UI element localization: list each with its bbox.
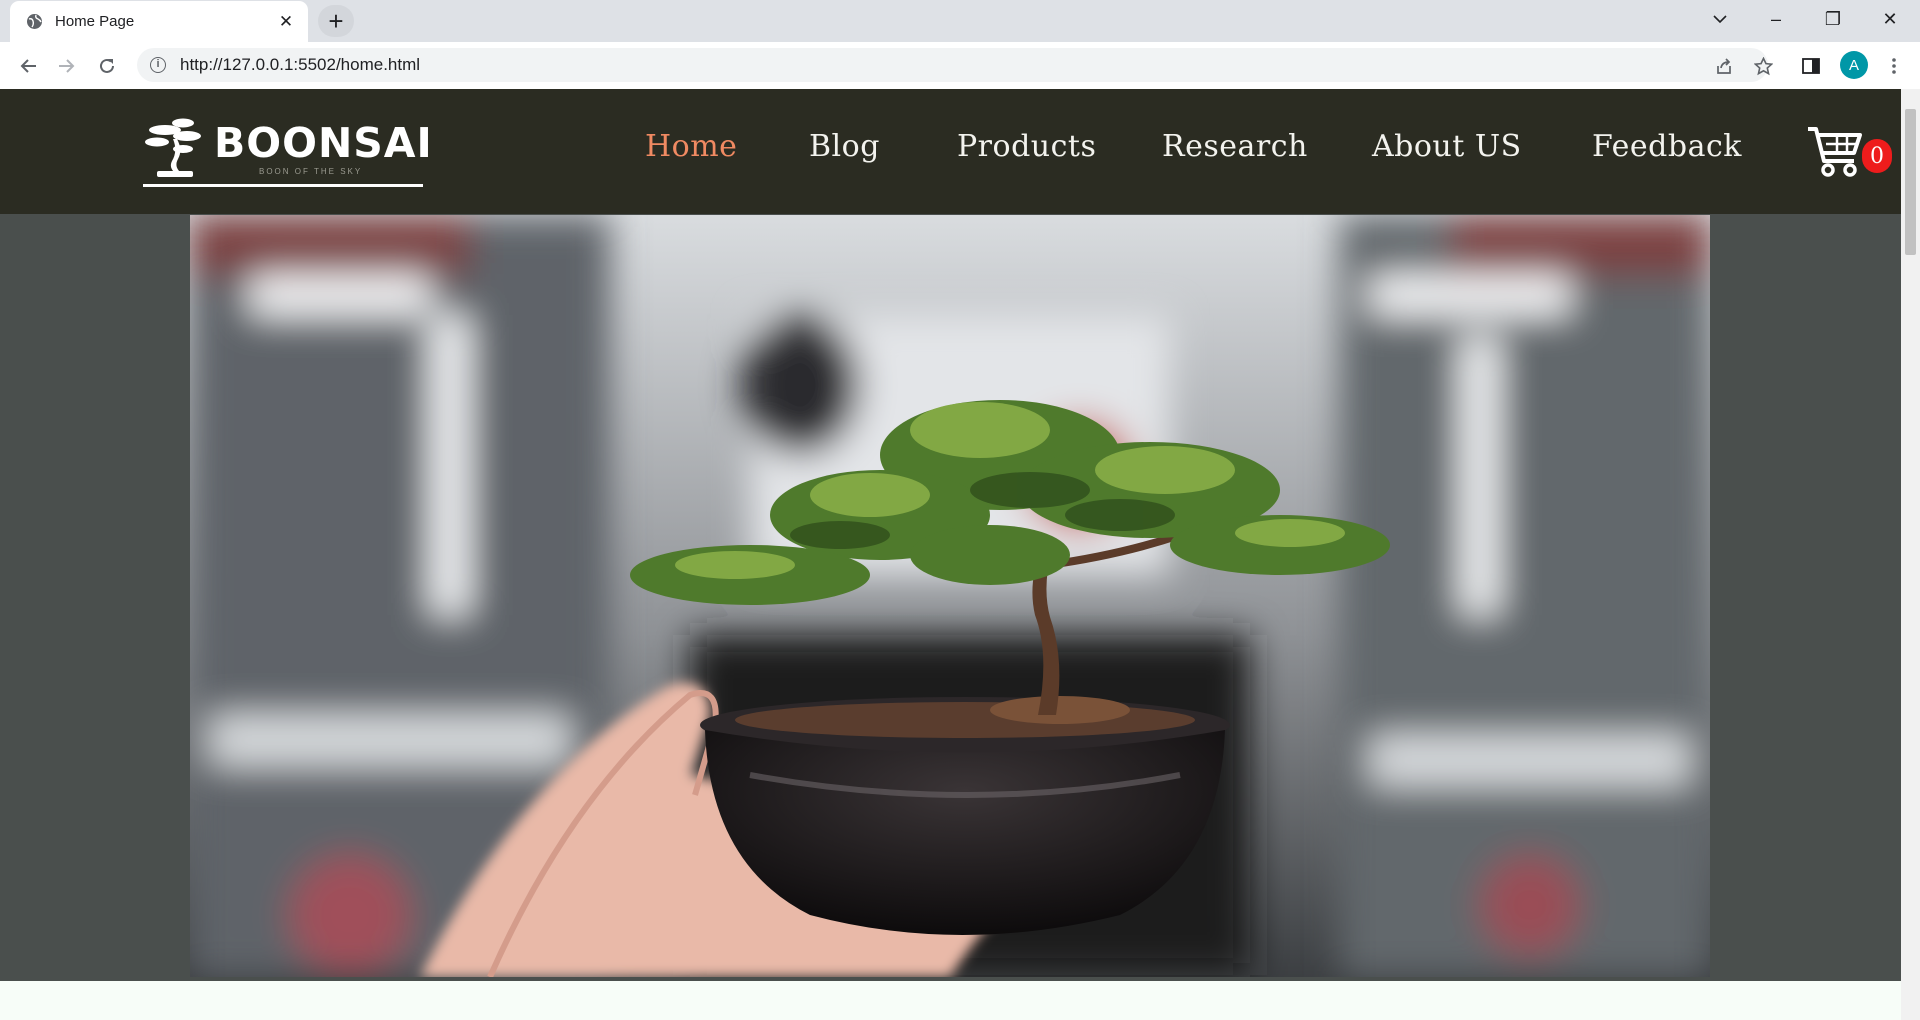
shopping-cart-icon[interactable] <box>1806 121 1866 181</box>
scrollbar-thumb[interactable] <box>1905 109 1916 255</box>
nav-products[interactable]: Products <box>957 129 1096 164</box>
info-icon[interactable]: i <box>150 57 166 73</box>
browser-tab-bar: Home Page ✕ + – ❐ ✕ <box>0 0 1920 42</box>
nav-about-us[interactable]: About US <box>1372 129 1522 164</box>
nav-blog[interactable]: Blog <box>809 129 880 164</box>
page-scrollbar[interactable] <box>1901 89 1920 1020</box>
nav-home[interactable]: Home <box>645 129 737 164</box>
tab-title: Home Page <box>55 13 135 30</box>
browser-tab[interactable]: Home Page ✕ <box>10 1 308 42</box>
minimize-button[interactable]: – <box>1750 0 1802 38</box>
forward-arrow-icon[interactable] <box>51 50 83 82</box>
tab-close-icon[interactable]: ✕ <box>276 12 296 32</box>
maximize-button[interactable]: ❐ <box>1807 0 1859 38</box>
nav-research[interactable]: Research <box>1162 129 1308 164</box>
page-lower-section <box>0 981 1901 1020</box>
browser-toolbar: i http://127.0.0.1:5502/home.html A <box>0 42 1920 90</box>
cart-count-badge: 0 <box>1862 139 1892 173</box>
site-navbar: BOONSAI BOON OF THE SKY Home Blog Produc… <box>0 89 1901 214</box>
hero-image <box>190 215 1710 977</box>
share-icon[interactable] <box>1708 50 1740 82</box>
page-viewport: BOONSAI BOON OF THE SKY Home Blog Produc… <box>0 89 1901 1020</box>
site-logo[interactable]: BOONSAI BOON OF THE SKY <box>143 117 432 187</box>
star-icon[interactable] <box>1747 50 1779 82</box>
logo-underline <box>143 184 423 187</box>
address-bar[interactable]: i http://127.0.0.1:5502/home.html <box>137 48 1768 82</box>
close-window-button[interactable]: ✕ <box>1864 0 1916 38</box>
nav-feedback[interactable]: Feedback <box>1592 129 1742 164</box>
back-arrow-icon[interactable] <box>12 50 44 82</box>
tab-search-icon[interactable] <box>1694 0 1746 38</box>
globe-icon <box>25 12 44 31</box>
profile-avatar[interactable]: A <box>1840 51 1868 79</box>
url-text[interactable]: http://127.0.0.1:5502/home.html <box>180 55 420 75</box>
side-panel-icon[interactable] <box>1795 50 1827 82</box>
reload-icon[interactable] <box>91 50 123 82</box>
bonsai-tree-icon <box>145 118 201 177</box>
logo-tagline: BOON OF THE SKY <box>259 167 363 176</box>
new-tab-button[interactable]: + <box>318 5 354 37</box>
kebab-menu-icon[interactable] <box>1878 50 1910 82</box>
logo-text: BOONSAI <box>214 119 433 167</box>
